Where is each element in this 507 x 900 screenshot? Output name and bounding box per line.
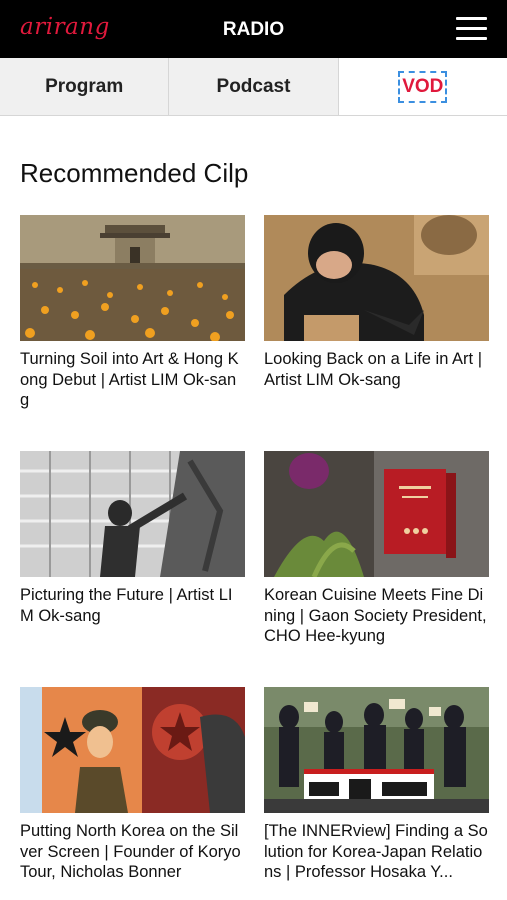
clip-thumbnail[interactable] bbox=[264, 687, 489, 813]
clip-thumbnail-image bbox=[20, 215, 245, 341]
clip-thumbnail[interactable] bbox=[264, 451, 489, 577]
clip-thumbnail-image bbox=[20, 687, 245, 813]
clip-title[interactable]: Picturing the Future | Artist LIM Ok-san… bbox=[20, 585, 245, 626]
tab-program-label: Program bbox=[45, 75, 124, 97]
tab-vod-label: VOD bbox=[398, 70, 448, 103]
clip-card[interactable]: [The INNERview] Finding a Solution for K… bbox=[264, 687, 489, 900]
clip-thumbnail[interactable] bbox=[264, 215, 489, 341]
clip-grid: Turning Soil into Art & Hong Kong Debut … bbox=[20, 215, 489, 900]
clip-title[interactable]: Putting North Korea on the Silver Screen… bbox=[20, 821, 245, 883]
tab-program[interactable]: Program bbox=[0, 58, 170, 115]
tab-podcast-label: Podcast bbox=[216, 75, 291, 97]
clip-title[interactable]: Korean Cuisine Meets Fine Dining | Gaon … bbox=[264, 585, 489, 647]
page-title: RADIO bbox=[222, 19, 285, 40]
clip-card[interactable]: Turning Soil into Art & Hong Kong Debut … bbox=[20, 215, 245, 451]
clip-card[interactable]: Picturing the Future | Artist LIM Ok-san… bbox=[20, 451, 245, 687]
section-title: Recommended Cilp bbox=[20, 158, 249, 188]
clip-title[interactable]: Looking Back on a Life in Art | Artist L… bbox=[264, 349, 489, 390]
clip-thumbnail-image bbox=[264, 687, 489, 813]
clip-thumbnail[interactable] bbox=[20, 451, 245, 577]
clip-card[interactable]: Looking Back on a Life in Art | Artist L… bbox=[264, 215, 489, 451]
tab-vod[interactable]: VOD bbox=[338, 58, 507, 115]
top-bar: arirang RADIO bbox=[0, 0, 507, 58]
tab-bar: Program Podcast VOD bbox=[0, 58, 507, 116]
clip-thumbnail-image bbox=[264, 451, 489, 577]
clip-title[interactable]: [The INNERview] Finding a Solution for K… bbox=[264, 821, 489, 883]
clip-thumbnail-image bbox=[20, 451, 245, 577]
clip-title[interactable]: Turning Soil into Art & Hong Kong Debut … bbox=[20, 349, 245, 411]
clip-card[interactable]: Putting North Korea on the Silver Screen… bbox=[20, 687, 245, 900]
clip-thumbnail[interactable] bbox=[20, 687, 245, 813]
hamburger-menu-icon[interactable] bbox=[456, 17, 487, 41]
clip-thumbnail-image bbox=[264, 215, 489, 341]
clip-thumbnail[interactable] bbox=[20, 215, 245, 341]
clip-card[interactable]: Korean Cuisine Meets Fine Dining | Gaon … bbox=[264, 451, 489, 687]
tab-podcast[interactable]: Podcast bbox=[169, 58, 339, 115]
